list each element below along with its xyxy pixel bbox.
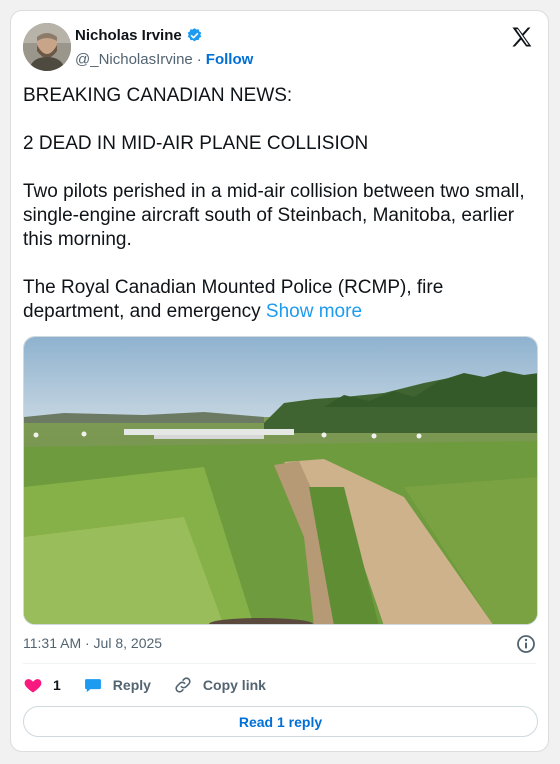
tweet-paragraph: BREAKING CANADIAN NEWS: (23, 85, 293, 106)
tweet-embed-card: Nicholas Irvine @_NicholasIrvine · Follow … (10, 10, 549, 752)
follow-button[interactable]: Follow (206, 51, 254, 68)
like-count: 1 (53, 677, 61, 693)
tweet-paragraph: 2 DEAD IN MID-AIR PLANE COLLISION (23, 133, 369, 154)
tweet-paragraph-text: The Royal Canadian Mounted Police (RCMP)… (23, 277, 444, 322)
author-handle[interactable]: @_NicholasIrvine (75, 51, 193, 68)
tweet-paragraph-truncated: The Royal Canadian Mounted Police (RCMP)… (23, 276, 543, 324)
heart-icon (24, 679, 42, 693)
tweet-photo[interactable] (23, 336, 538, 625)
tweet-timestamp[interactable]: 11:31 AM · Jul 8, 2025 (23, 635, 162, 651)
info-icon[interactable] (516, 634, 536, 654)
x-logo-icon[interactable] (510, 25, 534, 49)
copy-link-label: Copy link (202, 677, 266, 693)
avatar[interactable] (23, 23, 71, 71)
reply-button[interactable]: Reply (83, 675, 151, 695)
copy-link-button[interactable]: Copy link (173, 675, 266, 695)
tweet-paragraph: Two pilots perished in a mid-air collisi… (23, 181, 525, 250)
reply-label: Reply (112, 677, 151, 693)
link-icon (175, 677, 191, 693)
author-handle-row: @_NicholasIrvine · Follow (75, 51, 253, 68)
verified-badge-icon (186, 27, 203, 44)
tweet-text: BREAKING CANADIAN NEWS: 2 DEAD IN MID-AI… (23, 84, 543, 324)
airstrip-photo (24, 337, 537, 624)
show-more-link[interactable]: Show more (266, 301, 362, 322)
separator-dot: · (196, 51, 202, 68)
divider (23, 663, 536, 664)
like-button[interactable]: 1 (23, 675, 61, 695)
author-name[interactable]: Nicholas Irvine (75, 27, 182, 44)
read-reply-button[interactable]: Read 1 reply (23, 706, 538, 737)
action-bar: 1 Reply Copy link (23, 675, 288, 695)
speech-bubble-icon (84, 679, 101, 693)
author-name-row: Nicholas Irvine (75, 27, 203, 44)
